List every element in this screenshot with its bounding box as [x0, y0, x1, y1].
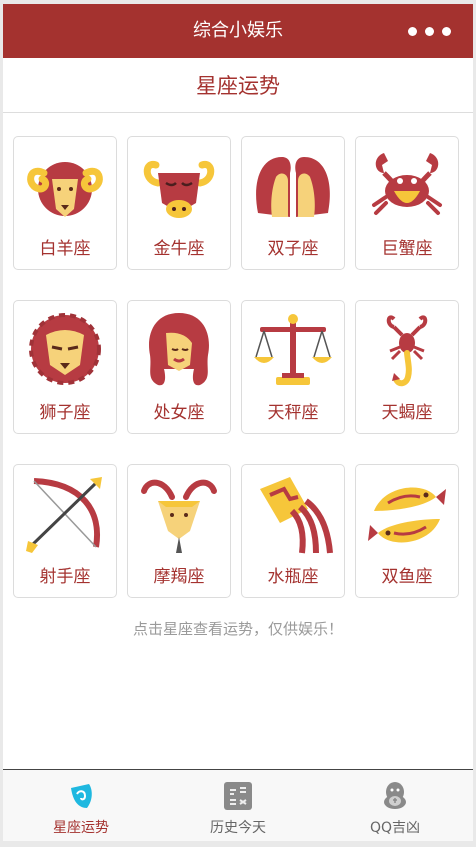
goat-icon	[141, 479, 217, 553]
sign-card-sagittarius[interactable]: 射手座	[13, 464, 117, 598]
bow-arrow-icon	[26, 477, 102, 553]
maiden-icon	[149, 313, 209, 386]
sign-label: 巨蟹座	[381, 239, 433, 259]
more-dot-icon	[425, 26, 434, 36]
more-menu-button[interactable]	[408, 20, 451, 42]
scales-icon	[254, 314, 332, 385]
sign-label: 射手座	[39, 567, 91, 587]
tab-label: 历史今天	[210, 820, 266, 836]
sign-label: 摩羯座	[153, 567, 205, 587]
sign-card-libra[interactable]: 天秤座	[241, 300, 345, 434]
fishes-icon	[368, 487, 446, 543]
scorpion-icon	[386, 315, 428, 387]
sign-label: 狮子座	[39, 403, 91, 423]
sign-card-aquarius[interactable]: 水瓶座	[241, 464, 345, 598]
tab-horoscope[interactable]: 星座运势	[3, 770, 159, 841]
sign-card-capricorn[interactable]: 摩羯座	[127, 464, 231, 598]
more-dot-icon	[408, 26, 417, 36]
bull-icon	[143, 161, 215, 218]
sign-label: 双鱼座	[381, 567, 433, 587]
ram-icon	[27, 162, 103, 217]
title-bar: 综合小娱乐	[3, 4, 473, 58]
penguin-icon	[384, 782, 406, 809]
bottom-tab-bar: 星座运势 历史今天 QQ吉凶	[3, 769, 473, 841]
sign-label: 双子座	[267, 239, 319, 259]
sign-label: 白羊座	[39, 239, 91, 259]
tab-label: QQ吉凶	[369, 820, 421, 836]
tab-label: 星座运势	[53, 820, 109, 836]
sign-label: 天秤座	[267, 403, 319, 423]
sign-card-virgo[interactable]: 处女座	[127, 300, 231, 434]
page-title: 星座运势	[3, 58, 473, 113]
sign-card-leo[interactable]: 狮子座	[13, 300, 117, 434]
twins-icon	[256, 157, 330, 217]
horoscope-icon	[71, 784, 92, 808]
more-dot-icon	[442, 26, 451, 36]
sign-card-aries[interactable]: 白羊座	[13, 136, 117, 270]
sign-label: 金牛座	[153, 239, 205, 259]
hint-text: 点击星座查看运势，仅供娱乐！	[132, 620, 343, 638]
tab-qq-fortune[interactable]: QQ吉凶	[317, 770, 473, 841]
sign-card-scorpio[interactable]: 天蝎座	[355, 300, 459, 434]
app-screen: 综合小娱乐 星座运势 白羊座 金牛座 双子座 巨蟹座 狮子座 处女座 天秤座 天…	[3, 4, 473, 841]
app-title: 综合小娱乐	[193, 20, 283, 41]
sign-card-cancer[interactable]: 巨蟹座	[355, 136, 459, 270]
water-vase-icon	[260, 477, 333, 554]
lion-icon	[29, 313, 101, 385]
crab-icon	[372, 153, 442, 215]
history-today-icon	[224, 782, 252, 810]
sign-label: 水瓶座	[267, 567, 319, 587]
sign-card-taurus[interactable]: 金牛座	[127, 136, 231, 270]
sign-card-gemini[interactable]: 双子座	[241, 136, 345, 270]
sign-card-pisces[interactable]: 双鱼座	[355, 464, 459, 598]
sign-label: 处女座	[153, 403, 205, 423]
tab-history-today[interactable]: 历史今天	[160, 770, 316, 841]
sign-label: 天蝎座	[381, 403, 433, 423]
